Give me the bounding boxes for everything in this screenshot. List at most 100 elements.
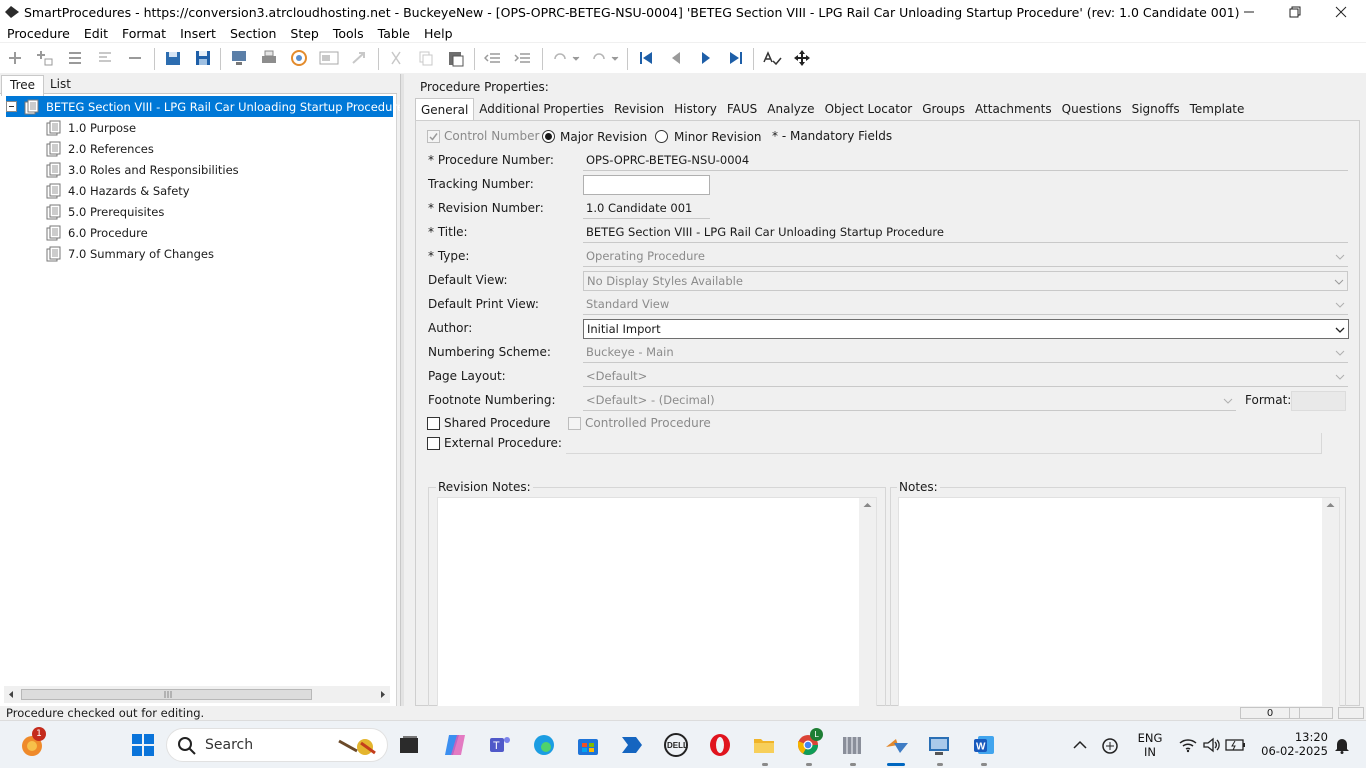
sync-button[interactable] — [289, 49, 309, 67]
format-field[interactable] — [1291, 391, 1346, 411]
show-hidden-icons-button[interactable] — [1068, 733, 1092, 757]
footnote-numbering-select[interactable]: <Default> - (Decimal) — [583, 391, 1236, 411]
tracking-number-input[interactable] — [583, 175, 710, 195]
window-button[interactable] — [319, 49, 339, 67]
save-button[interactable] — [193, 49, 213, 67]
menu-step[interactable]: Step — [283, 26, 325, 41]
notes-textarea[interactable] — [898, 497, 1340, 707]
start-button[interactable] — [131, 733, 155, 757]
previous-button[interactable] — [666, 49, 686, 67]
close-button[interactable] — [1318, 0, 1364, 24]
dell-button[interactable]: DELL — [664, 733, 688, 757]
tab-analyze[interactable]: Analyze — [762, 98, 819, 120]
tree-item[interactable]: 7.0 Summary of Changes — [46, 244, 214, 263]
tree-item[interactable]: 4.0 Hazards & Safety — [46, 181, 190, 200]
tab-attachments[interactable]: Attachments — [970, 98, 1057, 120]
title-field[interactable]: BETEG Section VIII - LPG Rail Car Unload… — [583, 223, 1348, 243]
procedure-number-field[interactable]: OPS-OPRC-BETEG-NSU-0004 — [583, 151, 1348, 171]
tab-list[interactable]: List — [42, 75, 79, 95]
cut-button[interactable] — [386, 49, 406, 67]
tab-faus[interactable]: FAUS — [722, 98, 762, 120]
redo-button[interactable] — [349, 49, 369, 67]
volume-button[interactable] — [1200, 733, 1224, 757]
author-select[interactable]: Initial Import — [583, 319, 1349, 339]
taskbar-search[interactable]: Search — [166, 728, 388, 762]
tree-horizontal-scrollbar[interactable] — [4, 686, 390, 703]
tab-tree[interactable]: Tree — [1, 75, 45, 96]
remote-button[interactable] — [620, 733, 644, 757]
store-button[interactable] — [576, 733, 600, 757]
revision-notes-scrollbar[interactable] — [859, 498, 876, 706]
preview-button[interactable] — [229, 49, 249, 67]
tab-revision[interactable]: Revision — [609, 98, 669, 120]
shared-procedure-checkbox[interactable] — [427, 417, 440, 430]
outdent-button[interactable] — [483, 49, 503, 67]
menu-edit[interactable]: Edit — [77, 26, 115, 41]
opera-button[interactable] — [708, 733, 732, 757]
tab-history[interactable]: History — [669, 98, 722, 120]
language-indicator[interactable]: ENG IN — [1134, 731, 1166, 759]
menu-help[interactable]: Help — [417, 26, 460, 41]
minor-revision-radio[interactable] — [655, 130, 668, 143]
tab-groups[interactable]: Groups — [917, 98, 970, 120]
remote-desktop-button[interactable] — [927, 733, 951, 757]
tab-questions[interactable]: Questions — [1057, 98, 1127, 120]
tree-item[interactable]: 1.0 Purpose — [46, 118, 136, 137]
menu-section[interactable]: Section — [223, 26, 283, 41]
tab-signoffs[interactable]: Signoffs — [1127, 98, 1185, 120]
smartprocedures-taskbar-button[interactable] — [884, 733, 908, 757]
tab-additional-properties[interactable]: Additional Properties — [474, 98, 609, 120]
tree-item[interactable]: 5.0 Prerequisites — [46, 202, 164, 221]
scroll-thumb[interactable] — [21, 689, 312, 700]
add-child-button[interactable] — [35, 49, 55, 67]
numbering-scheme-select[interactable]: Buckeye - Main — [583, 343, 1348, 363]
restore-button[interactable] — [1272, 0, 1318, 24]
undo-button[interactable] — [550, 49, 582, 67]
add-node-button[interactable] — [5, 49, 25, 67]
menu-format[interactable]: Format — [115, 26, 173, 41]
insert-text-button[interactable] — [95, 49, 115, 67]
minimize-button[interactable] — [1226, 0, 1272, 24]
copy-button[interactable] — [416, 49, 436, 67]
tree-item[interactable]: 2.0 References — [46, 139, 154, 158]
move-button[interactable] — [792, 49, 812, 67]
size-grip[interactable] — [1338, 707, 1364, 719]
insert-step-button[interactable] — [65, 49, 85, 67]
external-procedure-checkbox[interactable] — [427, 437, 440, 450]
copilot-button[interactable] — [443, 733, 467, 757]
clock[interactable]: 13:20 06-02-2025 — [1256, 730, 1328, 758]
edge-button[interactable] — [532, 733, 556, 757]
notifications-button[interactable] — [1330, 733, 1354, 757]
last-button[interactable] — [726, 49, 746, 67]
default-print-view-select[interactable]: Standard View — [583, 295, 1348, 315]
archive-button[interactable] — [840, 733, 864, 757]
tab-general[interactable]: General — [415, 98, 475, 120]
pane-splitter[interactable] — [400, 74, 404, 706]
print-button[interactable] — [259, 49, 279, 67]
external-procedure-field[interactable] — [566, 433, 1322, 454]
indent-button[interactable] — [513, 49, 533, 67]
paste-button[interactable] — [446, 49, 466, 67]
tree-item[interactable]: 6.0 Procedure — [46, 223, 148, 242]
type-select[interactable]: Operating Procedure — [583, 247, 1348, 267]
chrome-button[interactable]: L — [796, 728, 823, 757]
page-layout-select[interactable]: <Default> — [583, 367, 1348, 387]
tab-template[interactable]: Template — [1185, 98, 1250, 120]
next-button[interactable] — [696, 49, 716, 67]
remove-button[interactable] — [125, 49, 145, 67]
notes-scrollbar[interactable] — [1322, 498, 1339, 706]
tree-root[interactable]: BETEG Section VIII - LPG Rail Car Unload… — [6, 96, 430, 117]
first-button[interactable] — [636, 49, 656, 67]
menu-insert[interactable]: Insert — [173, 26, 223, 41]
redo-dropdown-button[interactable] — [589, 49, 621, 67]
save-all-button[interactable] — [163, 49, 183, 67]
control-number-checkbox[interactable] — [427, 130, 440, 143]
task-view-button[interactable] — [397, 733, 421, 757]
tree-item[interactable]: 3.0 Roles and Responsibilities — [46, 160, 239, 179]
file-explorer-button[interactable] — [752, 733, 776, 757]
revision-notes-textarea[interactable] — [437, 497, 877, 707]
major-revision-radio[interactable] — [542, 130, 555, 143]
menu-procedure[interactable]: Procedure — [0, 26, 77, 41]
word-button[interactable]: W — [972, 733, 996, 757]
controlled-procedure-checkbox[interactable] — [568, 417, 581, 430]
